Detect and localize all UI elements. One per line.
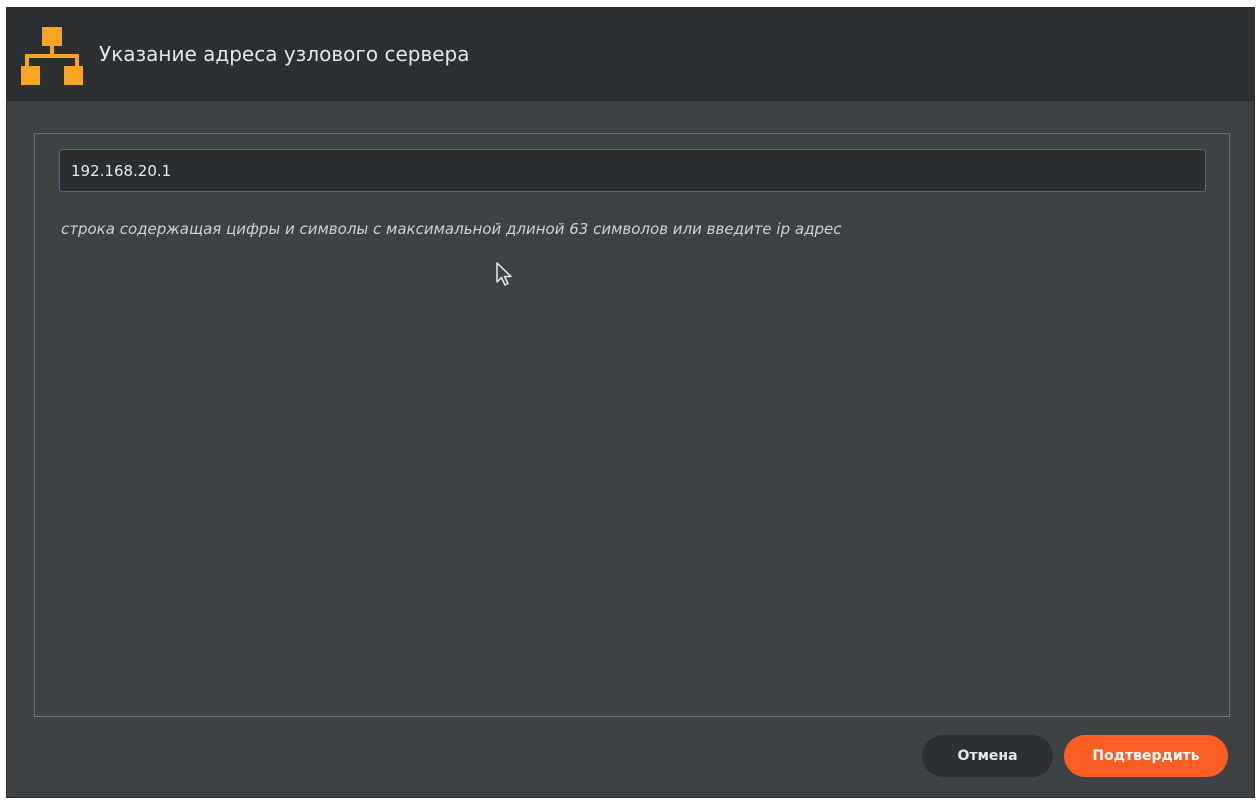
host-address-input[interactable] <box>59 149 1206 192</box>
dialog-window: Указание адреса узлового сервера строка … <box>6 7 1255 798</box>
content-panel: строка содержащая цифры и символы с макс… <box>34 133 1230 717</box>
mouse-pointer-icon <box>496 262 514 288</box>
input-hint: строка содержащая цифры и символы с макс… <box>61 220 842 238</box>
dialog-title: Указание адреса узлового сервера <box>99 42 470 66</box>
network-topology-icon <box>21 27 83 85</box>
cancel-button[interactable]: Отмена <box>922 735 1053 777</box>
confirm-button[interactable]: Подтвердить <box>1064 735 1228 777</box>
dialog-titlebar: Указание адреса узлового сервера <box>7 8 1254 101</box>
